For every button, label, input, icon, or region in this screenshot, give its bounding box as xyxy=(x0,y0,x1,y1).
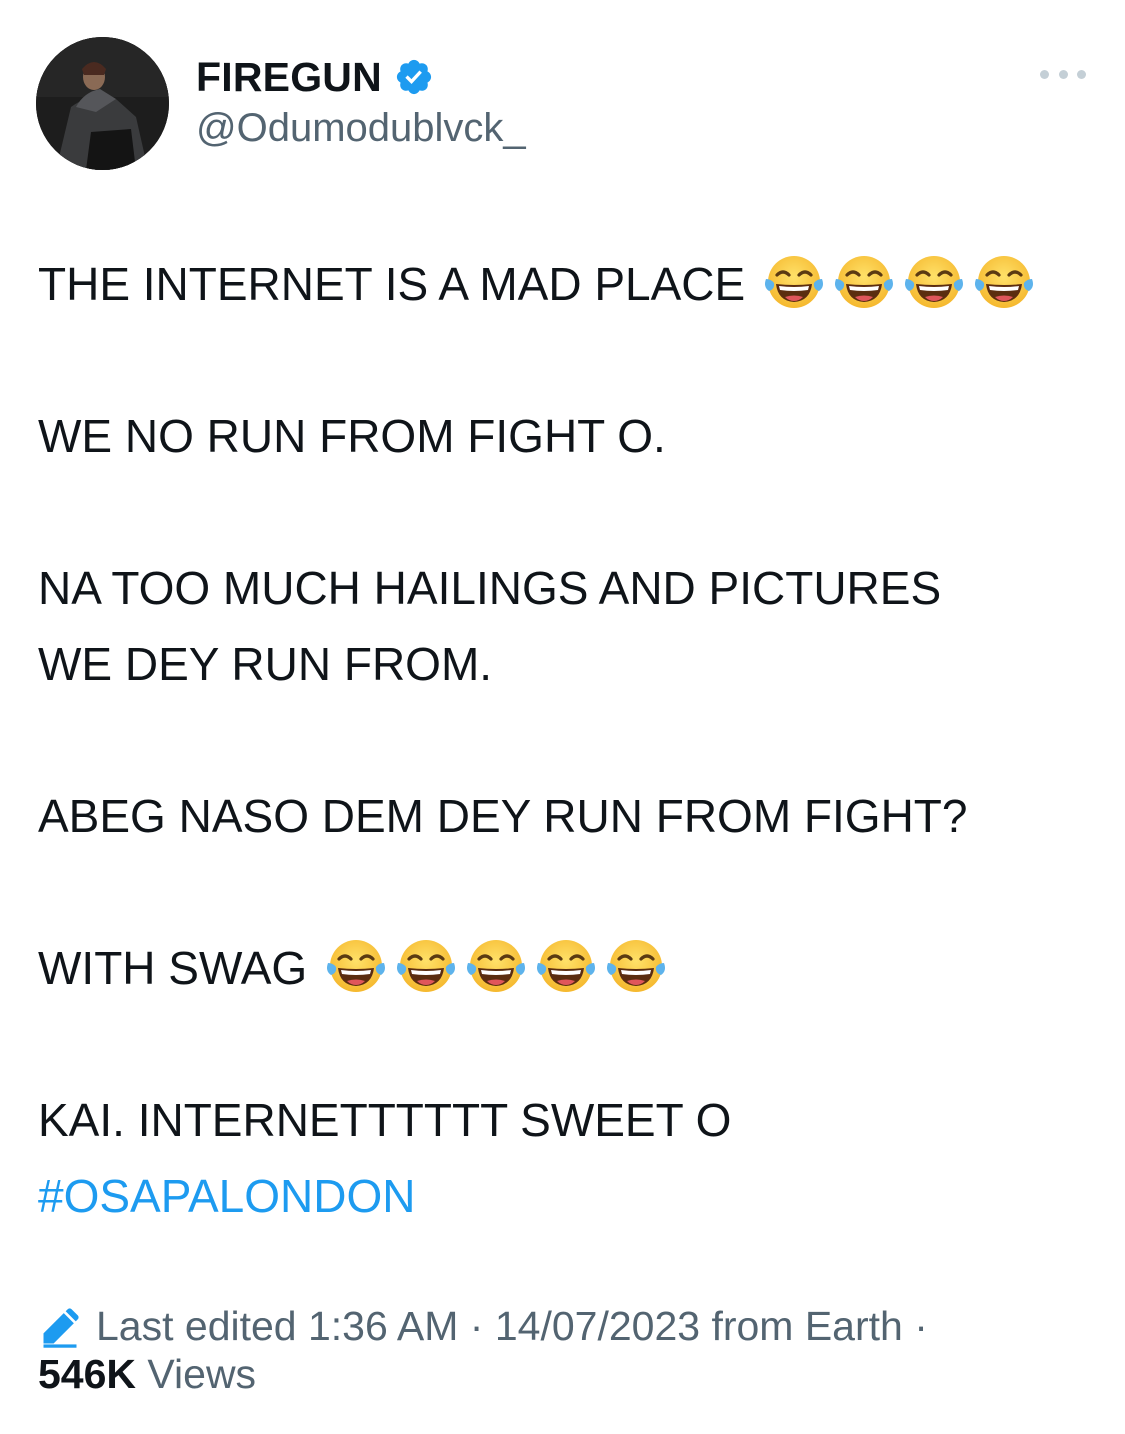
tweet-line-text: WITH SWAG xyxy=(38,942,308,994)
face-with-tears-of-joy-icon xyxy=(395,937,457,995)
tweet-text: THE INTERNET IS A MAD PLACE WE NO RUN FR… xyxy=(38,246,1088,1234)
tweet-line-6: WITH SWAG xyxy=(38,930,1088,1006)
tweet-line-3: NA TOO MUCH HAILINGS AND PICTURES xyxy=(38,562,942,614)
pencil-icon[interactable] xyxy=(38,1305,82,1349)
face-with-tears-of-joy-icon xyxy=(325,937,387,995)
dot xyxy=(1058,69,1068,79)
avatar[interactable] xyxy=(36,37,169,170)
tweet-line-text: KAI. INTERNETTTTTT SWEET O xyxy=(38,1094,732,1146)
tweet-line-4: WE DEY RUN FROM. xyxy=(38,638,493,690)
tweet-meta: Last edited 1:36 AM · 14/07/2023 from Ea… xyxy=(38,1303,928,1350)
tweet-line-7: KAI. INTERNETTTTTT SWEET O #OSAPALONDON xyxy=(38,1082,1088,1234)
tweet-line-2: WE NO RUN FROM FIGHT O. xyxy=(38,410,666,462)
views-count[interactable]: 546K Views xyxy=(38,1351,256,1398)
tweet-line-text: THE INTERNET IS A MAD PLACE xyxy=(38,258,746,310)
views-number: 546K xyxy=(38,1351,137,1397)
emoji-group-2 xyxy=(325,937,675,995)
dot xyxy=(1040,69,1049,79)
author-handle[interactable]: @Odumodublvck_ xyxy=(196,106,526,151)
face-with-tears-of-joy-icon xyxy=(763,253,825,311)
display-name[interactable]: FIREGUN xyxy=(196,54,382,101)
hashtag-link[interactable]: #OSAPALONDON xyxy=(38,1158,1088,1234)
verified-badge-icon xyxy=(394,57,434,97)
dot xyxy=(1077,69,1086,79)
more-options-icon[interactable] xyxy=(1040,64,1086,84)
tweet-line-1: THE INTERNET IS A MAD PLACE xyxy=(38,246,1088,322)
face-with-tears-of-joy-icon xyxy=(605,937,667,995)
face-with-tears-of-joy-icon xyxy=(973,253,1035,311)
author-name-row: FIREGUN xyxy=(196,52,434,102)
face-with-tears-of-joy-icon xyxy=(465,937,527,995)
edited-timestamp[interactable]: Last edited 1:36 AM · 14/07/2023 from Ea… xyxy=(96,1303,928,1350)
tweet-line-5: ABEG NASO DEM DEY RUN FROM FIGHT? xyxy=(38,790,968,842)
emoji-group-1 xyxy=(763,253,1043,311)
views-label: Views xyxy=(147,1351,257,1397)
face-with-tears-of-joy-icon xyxy=(903,253,965,311)
face-with-tears-of-joy-icon xyxy=(833,253,895,311)
face-with-tears-of-joy-icon xyxy=(535,937,597,995)
tweet-card: FIREGUN @Odumodublvck_ THE INTERNET IS A… xyxy=(0,0,1125,1434)
